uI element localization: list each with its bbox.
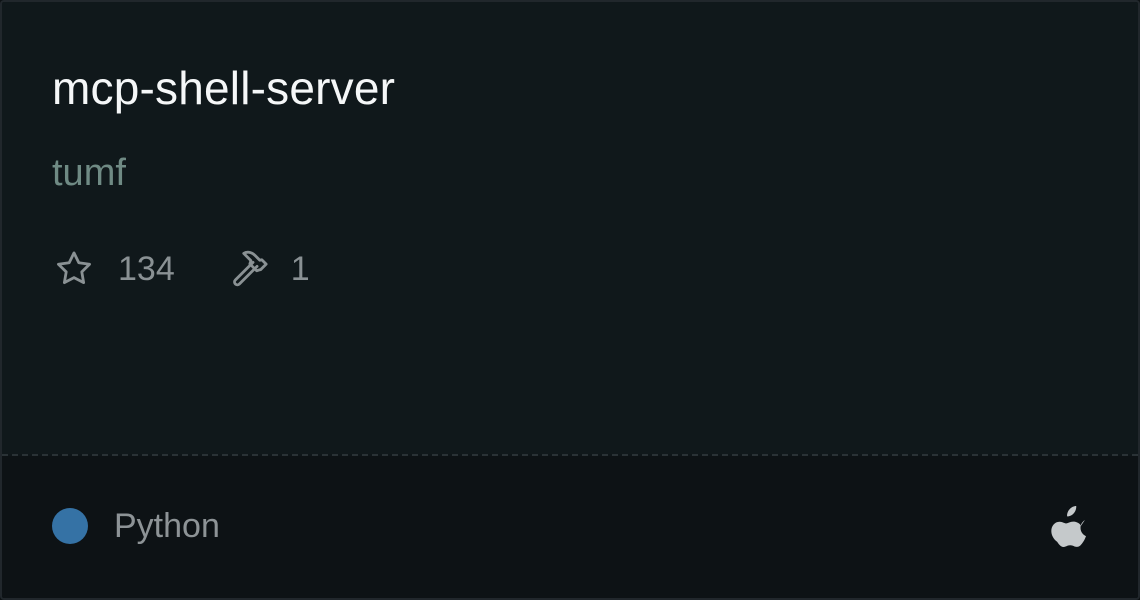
apple-icon (1050, 504, 1088, 550)
stats-row: 134 1 (52, 246, 310, 292)
star-icon (52, 247, 96, 291)
tools-stat: 1 (227, 247, 310, 291)
server-title[interactable]: mcp-shell-server (52, 60, 395, 116)
author-name[interactable]: tumf (52, 151, 126, 195)
language-color-dot (52, 508, 88, 544)
stars-count: 134 (118, 249, 175, 288)
language-label: Python (114, 507, 220, 545)
tools-count: 1 (290, 249, 310, 288)
card-footer: Python (2, 456, 1138, 598)
hammer-icon (227, 247, 271, 291)
card-body: mcp-shell-server tumf 134 1 (2, 2, 1138, 454)
stars-stat: 134 (52, 247, 175, 291)
server-card[interactable]: mcp-shell-server tumf 134 1 Python (0, 0, 1140, 600)
